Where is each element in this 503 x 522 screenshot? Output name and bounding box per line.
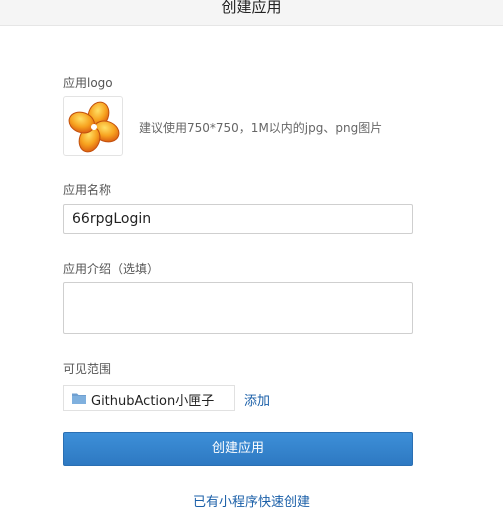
app-name-input[interactable] bbox=[63, 204, 413, 234]
logo-upload[interactable] bbox=[63, 96, 123, 156]
app-intro-textarea[interactable] bbox=[63, 282, 413, 334]
create-app-button[interactable]: 创建应用 bbox=[63, 432, 413, 466]
scope-selected: GithubAction小匣子 bbox=[91, 394, 215, 409]
folder-icon bbox=[72, 393, 86, 404]
logo-label: 应用logo bbox=[63, 76, 113, 90]
name-label: 应用名称 bbox=[63, 183, 112, 197]
page-header: 创建应用 bbox=[0, 0, 503, 26]
page-title: 创建应用 bbox=[221, 0, 282, 16]
add-scope-link[interactable]: 添加 bbox=[244, 390, 270, 409]
app-logo-flower-icon bbox=[68, 101, 120, 153]
logo-hint: 建议使用750*750，1M以内的jpg、png图片 bbox=[139, 121, 383, 135]
intro-label: 应用介绍（选填） bbox=[63, 262, 160, 276]
scope-label: 可见范围 bbox=[63, 362, 112, 376]
scope-chip[interactable]: GithubAction小匣子 bbox=[63, 385, 235, 411]
quick-create-link[interactable]: 已有小程序快速创建 bbox=[0, 491, 503, 510]
